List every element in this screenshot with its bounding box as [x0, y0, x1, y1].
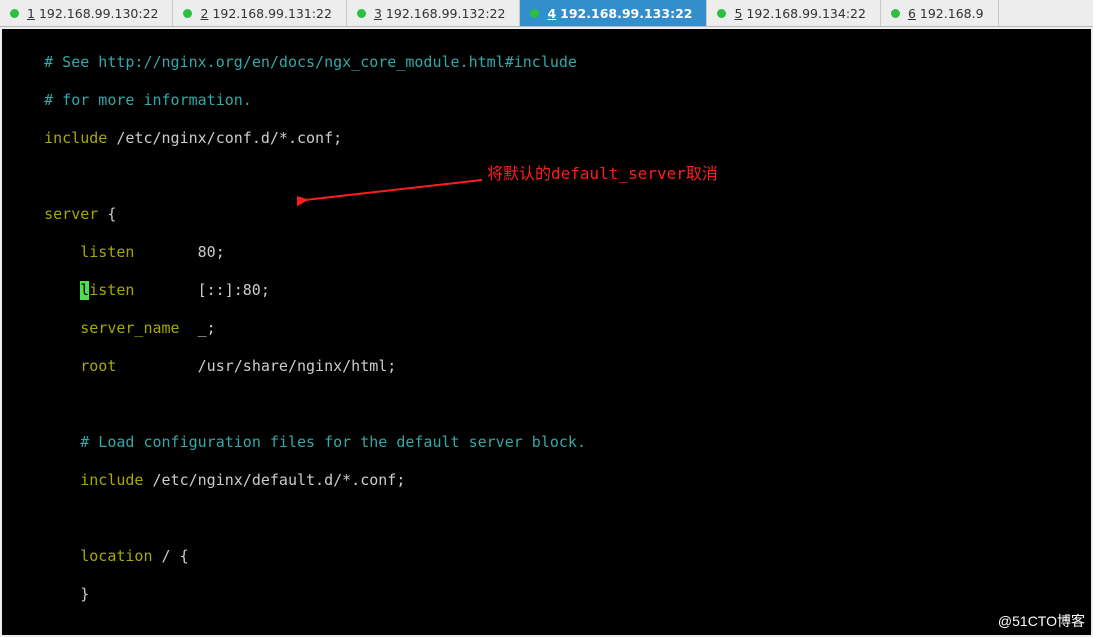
tab-label: 192.168.99.131:22 — [212, 6, 332, 21]
code-text: /etc/nginx/conf.d/*.conf; — [107, 129, 342, 147]
tab-label: 192.168.99.130:22 — [39, 6, 159, 21]
code-text: /etc/nginx/default.d/*.conf; — [143, 471, 405, 489]
code-text: /usr/share/nginx/html; — [116, 357, 396, 375]
code-kw: server_name — [8, 319, 180, 337]
tab-4[interactable]: 4 192.168.99.133:22 — [520, 0, 707, 26]
code-text: 80; — [134, 243, 224, 261]
status-dot-icon — [183, 9, 192, 18]
tab-num: 1 — [27, 6, 35, 21]
tab-num: 5 — [734, 6, 742, 21]
tab-num: 3 — [374, 6, 382, 21]
code-kw: listen — [8, 281, 134, 299]
status-dot-icon — [357, 9, 366, 18]
tab-label: 192.168.9 — [920, 6, 984, 21]
code-kw: include — [8, 471, 143, 489]
code-kw: root — [8, 357, 116, 375]
code-kw: listen — [8, 243, 134, 261]
tab-num: 6 — [908, 6, 916, 21]
status-dot-icon — [530, 9, 539, 18]
code-kw: location — [8, 547, 153, 565]
code-kw: server — [8, 205, 98, 223]
code-comment: # Load configuration files for the defau… — [8, 433, 586, 451]
terminal-editor[interactable]: # See http://nginx.org/en/docs/ngx_core_… — [2, 29, 1091, 635]
cursor: l — [80, 281, 89, 300]
code-comment: # for more information. — [8, 91, 252, 109]
tab-num: 2 — [200, 6, 208, 21]
annotation-label: 将默认的default_server取消 — [487, 164, 718, 183]
tab-label: 192.168.99.133:22 — [560, 6, 692, 21]
code-text: / { — [153, 547, 189, 565]
tab-6[interactable]: 6 192.168.9 — [881, 0, 999, 26]
tab-label: 192.168.99.134:22 — [746, 6, 866, 21]
tab-1[interactable]: 1 192.168.99.130:22 — [0, 0, 173, 26]
tab-5[interactable]: 5 192.168.99.134:22 — [707, 0, 880, 26]
code-text: _; — [180, 319, 216, 337]
watermark: @51CTO博客 — [998, 612, 1085, 631]
status-dot-icon — [10, 9, 19, 18]
code-text: { — [98, 205, 116, 223]
status-dot-icon — [717, 9, 726, 18]
tab-3[interactable]: 3 192.168.99.132:22 — [347, 0, 520, 26]
tab-label: 192.168.99.132:22 — [386, 6, 506, 21]
tab-2[interactable]: 2 192.168.99.131:22 — [173, 0, 346, 26]
tab-num: 4 — [547, 6, 556, 21]
code-comment: # See http://nginx.org/en/docs/ngx_core_… — [8, 53, 577, 71]
status-dot-icon — [891, 9, 900, 18]
code-kw: include — [8, 129, 107, 147]
tab-bar: 1 192.168.99.130:22 2 192.168.99.131:22 … — [0, 0, 1093, 27]
code-text: } — [8, 585, 89, 603]
code-text: [::]:80; — [134, 281, 269, 299]
